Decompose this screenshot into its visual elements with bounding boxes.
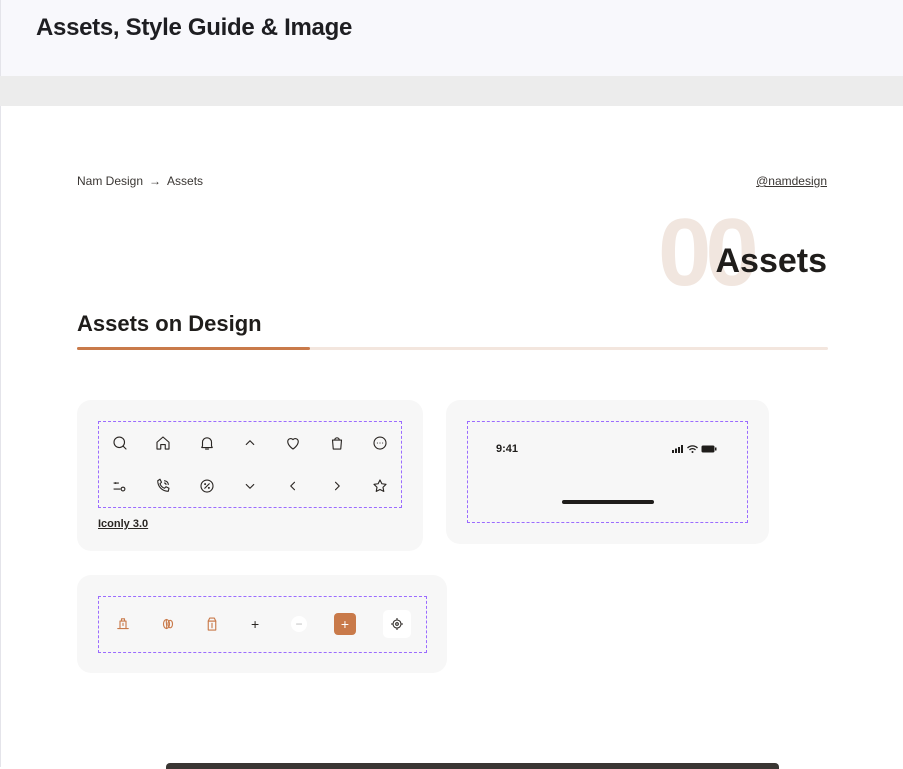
plus-icon[interactable]: + <box>251 616 259 632</box>
search-icon <box>110 433 130 453</box>
add-button-icon[interactable]: + <box>334 613 356 635</box>
more-circle-icon <box>370 433 390 453</box>
toolbar-band <box>0 76 903 106</box>
hero-title: Assets <box>715 242 827 280</box>
filter-icon <box>110 476 130 496</box>
section-title: Assets on Design <box>77 311 262 336</box>
home-icon <box>153 433 173 453</box>
minus-icon[interactable]: − <box>291 616 307 632</box>
chevron-down-icon <box>240 476 260 496</box>
coffee-machine-icon <box>113 614 133 634</box>
top-bar: Assets, Style Guide & Image <box>0 0 903 76</box>
next-section-edge <box>166 763 779 769</box>
icon-set-caption[interactable]: Iconly 3.0 <box>98 518 148 530</box>
wifi-icon <box>687 445 698 453</box>
handle-link[interactable]: @namdesign <box>756 174 827 188</box>
progress-fill <box>77 347 310 350</box>
progress-track <box>77 347 828 350</box>
battery-icon <box>701 445 717 453</box>
call-icon <box>153 476 173 496</box>
status-icons <box>672 445 717 453</box>
coffee-bag-icon <box>202 614 222 634</box>
chevron-right-icon <box>327 476 347 496</box>
heart-icon <box>283 433 303 453</box>
bag-icon <box>327 433 347 453</box>
breadcrumb-current[interactable]: Assets <box>167 174 203 188</box>
chevron-up-icon <box>240 433 260 453</box>
page-title: Assets, Style Guide & Image <box>36 14 353 41</box>
star-icon <box>370 476 390 496</box>
coffee-assets-frame <box>98 596 427 653</box>
signal-icon <box>672 445 683 453</box>
status-frame <box>467 421 748 523</box>
discount-icon <box>197 476 217 496</box>
location-target-icon[interactable] <box>383 610 411 638</box>
bell-icon <box>197 433 217 453</box>
coffee-bean-icon <box>158 614 178 634</box>
home-indicator <box>562 500 654 504</box>
status-time: 9:41 <box>496 443 519 455</box>
chevron-left-icon <box>283 476 303 496</box>
breadcrumb-root[interactable]: Nam Design <box>77 174 143 188</box>
breadcrumb: Nam Design → Assets <box>77 174 203 188</box>
arrow-right-icon: → <box>149 174 162 188</box>
